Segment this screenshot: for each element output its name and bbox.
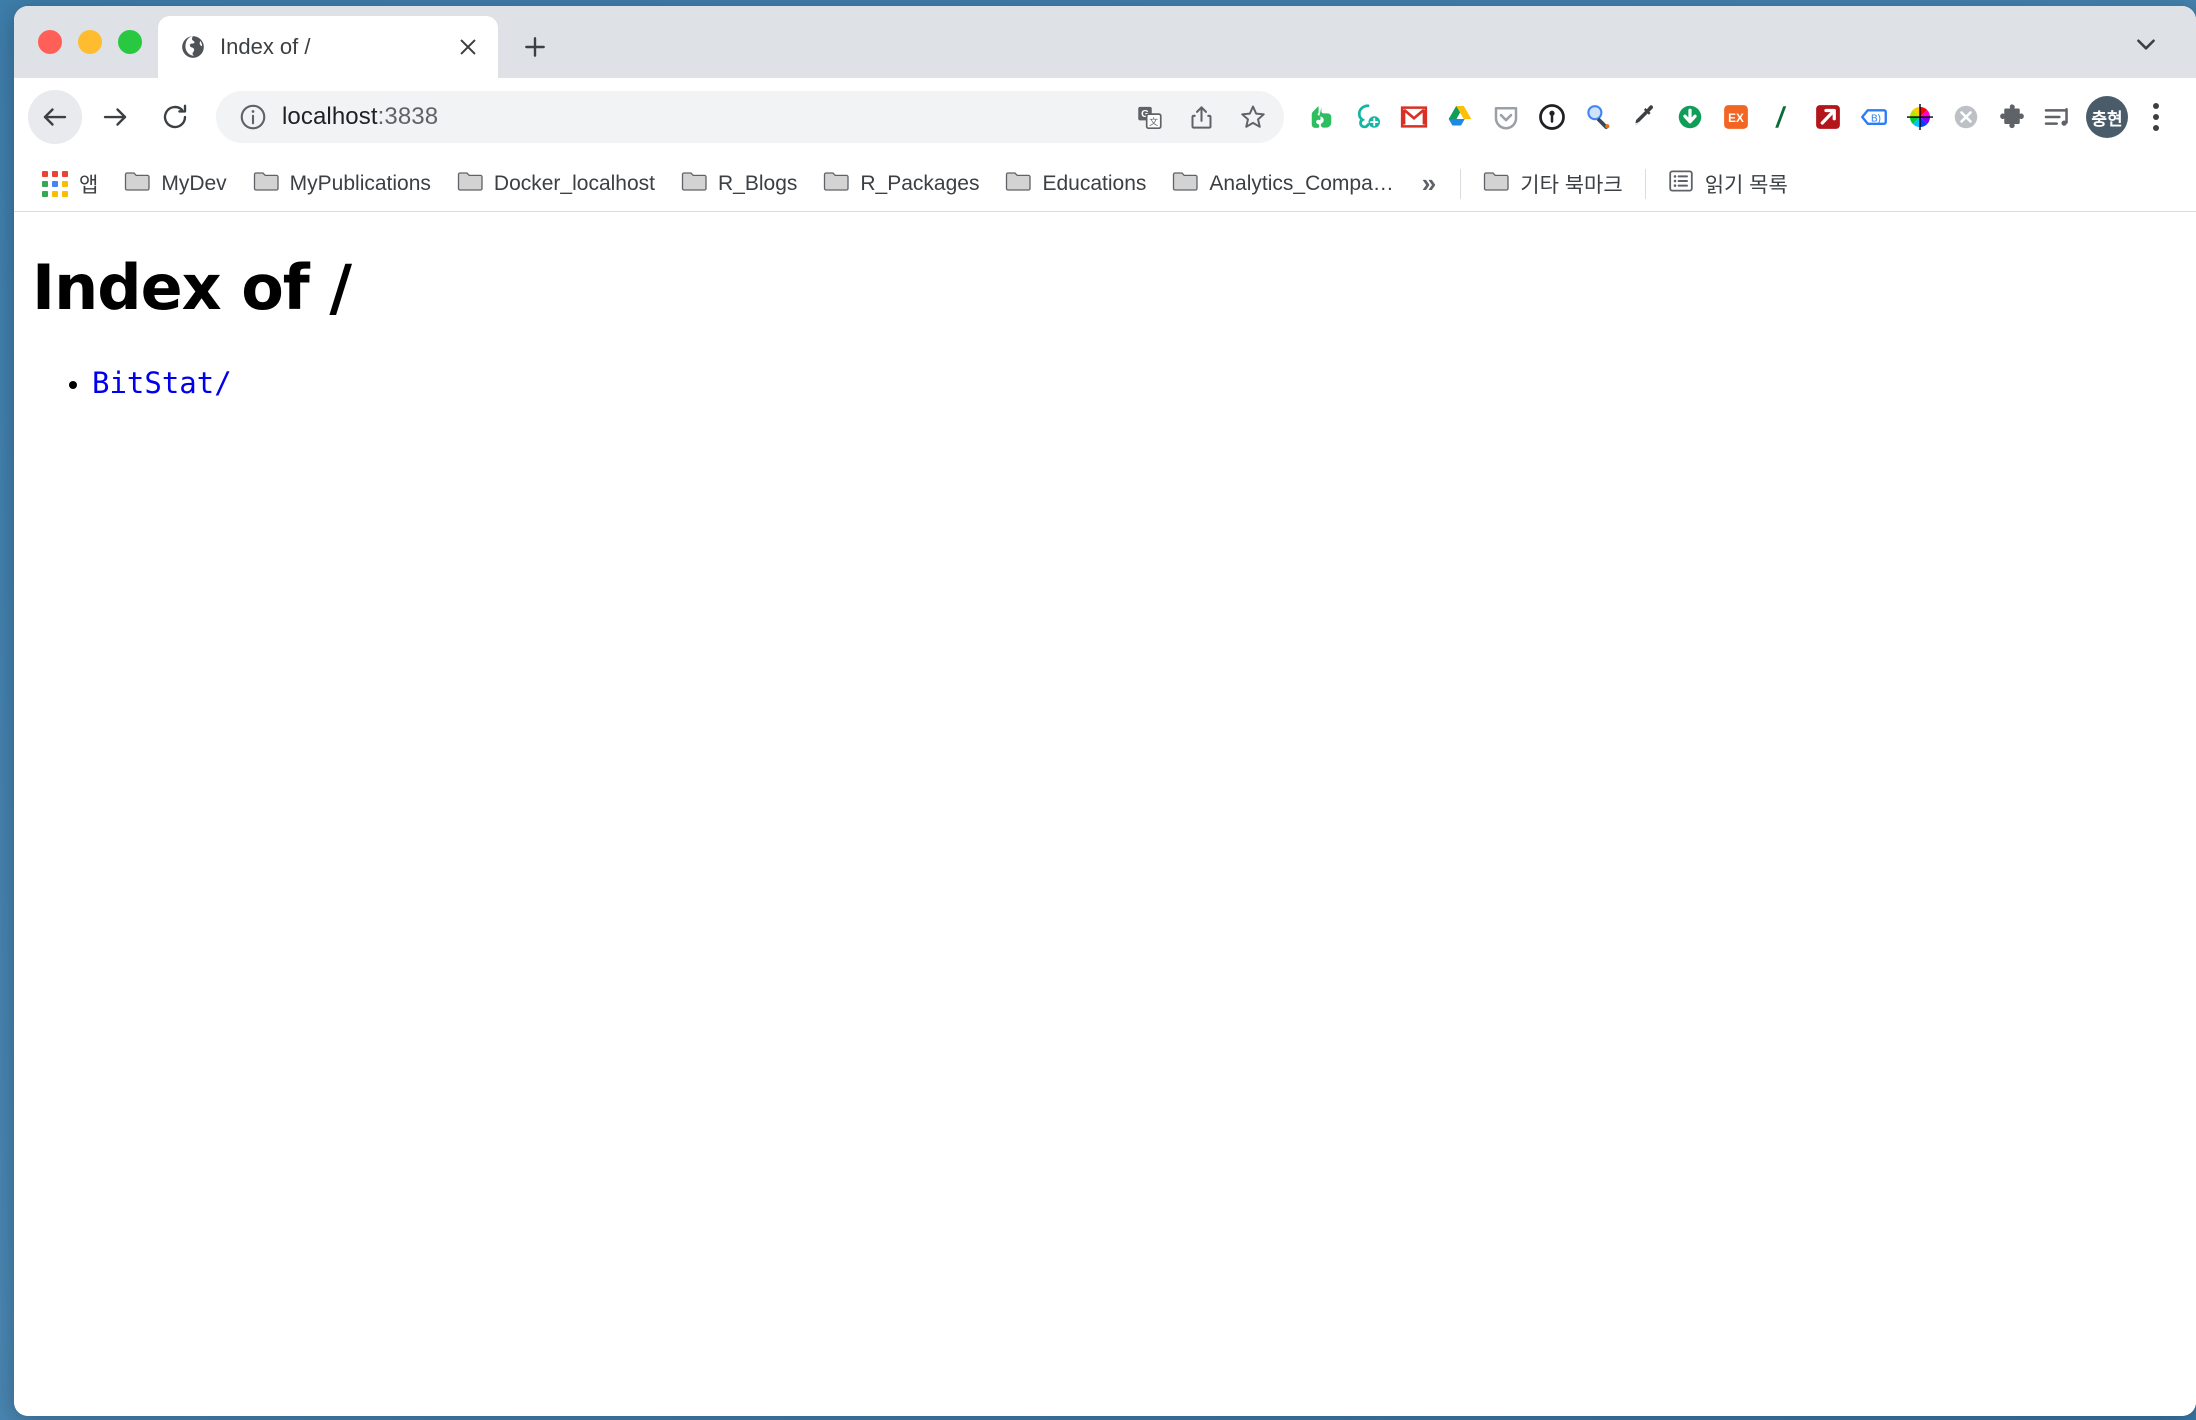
three-dot-menu-icon[interactable] bbox=[2134, 95, 2178, 139]
close-icon[interactable] bbox=[454, 33, 482, 61]
url-host: localhost bbox=[282, 103, 378, 130]
1password-icon[interactable] bbox=[1530, 95, 1574, 139]
minimize-window-button[interactable] bbox=[78, 30, 102, 54]
reading-list-label: 읽기 목록 bbox=[1704, 173, 1788, 197]
profile-avatar[interactable]: 충현 bbox=[2086, 96, 2128, 138]
google-drive-icon[interactable] bbox=[1438, 95, 1482, 139]
reading-list-icon bbox=[1668, 169, 1694, 198]
media-playlist-icon[interactable] bbox=[2036, 95, 2080, 139]
directory-link-bitstat[interactable]: BitStat/ bbox=[92, 366, 232, 400]
share-icon[interactable] bbox=[1180, 96, 1222, 138]
bookmark-folder-r-packages[interactable]: R_Packages bbox=[811, 164, 991, 203]
omnibox-actions: G 文 bbox=[1128, 96, 1274, 138]
bookmark-label: R_Packages bbox=[860, 171, 980, 195]
desktop-background: Index of / localhost:3838 G 文 EX B) 충현 앱… bbox=[0, 0, 2196, 1420]
close-window-button[interactable] bbox=[38, 30, 62, 54]
bookmark-label: Analytics_Compa… bbox=[1209, 171, 1394, 195]
url-text: localhost:3838 bbox=[282, 103, 1128, 131]
svg-text:B): B) bbox=[1871, 113, 1881, 124]
back-button[interactable] bbox=[28, 90, 82, 144]
blue-tag-note-icon[interactable]: B) bbox=[1852, 95, 1896, 139]
bookmark-folder-mydev[interactable]: MyDev bbox=[112, 164, 238, 203]
apps-shortcut[interactable]: 앱 bbox=[30, 163, 110, 205]
reading-list-button[interactable]: 읽기 목록 bbox=[1656, 163, 1800, 205]
folder-icon bbox=[1483, 170, 1509, 197]
page-title: Index of / bbox=[32, 251, 352, 324]
folder-icon bbox=[1172, 170, 1199, 197]
svg-text:EX: EX bbox=[1728, 112, 1744, 125]
url-port: :3838 bbox=[377, 103, 439, 130]
info-circle-icon[interactable] bbox=[238, 102, 268, 132]
tab-search-chevron-down-icon[interactable] bbox=[2126, 24, 2166, 64]
evernote-web-clipper-icon[interactable] bbox=[1346, 95, 1390, 139]
bookmark-folder-educations[interactable]: Educations bbox=[993, 164, 1158, 203]
gmail-icon[interactable] bbox=[1392, 95, 1436, 139]
bookmark-folder-mypublications[interactable]: MyPublications bbox=[241, 164, 443, 203]
excel-export-icon[interactable]: EX bbox=[1714, 95, 1758, 139]
tab-title: Index of / bbox=[220, 34, 311, 59]
grammar-slash-icon[interactable] bbox=[1760, 95, 1804, 139]
browser-tab-active[interactable]: Index of / bbox=[158, 16, 498, 78]
color-picker-eyedropper-icon[interactable] bbox=[1622, 95, 1666, 139]
download-manager-icon[interactable] bbox=[1668, 95, 1712, 139]
disabled-tool-icon[interactable] bbox=[1944, 95, 1988, 139]
red-arrow-shortcut-icon[interactable] bbox=[1806, 95, 1850, 139]
bookmark-label: Educations bbox=[1042, 171, 1147, 195]
bookmarks-bar: 앱 MyDev MyPublications Docker_localhost … bbox=[14, 156, 2196, 212]
svg-text:文: 文 bbox=[1149, 115, 1158, 126]
divider bbox=[1460, 168, 1462, 199]
tab-strip: Index of / bbox=[14, 6, 2196, 78]
address-bar[interactable]: localhost:3838 G 文 bbox=[216, 91, 1284, 143]
forward-button[interactable] bbox=[88, 90, 142, 144]
color-wheel-icon[interactable] bbox=[1898, 95, 1942, 139]
magnifier-search-icon[interactable] bbox=[1576, 95, 1620, 139]
extension-icons: EX B) 충현 bbox=[1300, 95, 2178, 139]
other-bookmarks-folder[interactable]: 기타 북마크 bbox=[1471, 163, 1634, 205]
folder-icon bbox=[124, 170, 150, 197]
bookmark-star-icon[interactable] bbox=[1232, 96, 1274, 138]
page-content: Index of / BitStat/ bbox=[14, 212, 2196, 1416]
folder-icon bbox=[253, 170, 279, 197]
directory-listing: BitStat/ bbox=[92, 366, 2196, 400]
folder-icon bbox=[1005, 170, 1032, 197]
bookmark-label: MyPublications bbox=[289, 171, 431, 195]
translate-icon[interactable]: G 文 bbox=[1128, 96, 1170, 138]
bookmark-folder-r-blogs[interactable]: R_Blogs bbox=[669, 164, 809, 203]
apps-grid-icon bbox=[42, 170, 68, 197]
window-controls bbox=[14, 6, 158, 78]
browser-window: Index of / localhost:3838 G 文 EX B) 충현 앱… bbox=[14, 6, 2196, 1416]
apps-label: 앱 bbox=[79, 173, 99, 197]
reload-button[interactable] bbox=[148, 90, 202, 144]
folder-icon bbox=[457, 170, 483, 197]
globe-icon bbox=[180, 34, 206, 60]
other-bookmarks-label: 기타 북마크 bbox=[1520, 173, 1623, 197]
new-tab-button[interactable] bbox=[510, 22, 560, 72]
browser-toolbar: localhost:3838 G 文 EX B) 충현 bbox=[14, 78, 2196, 156]
bookmark-label: MyDev bbox=[161, 171, 227, 195]
folder-icon bbox=[681, 170, 707, 197]
list-item: BitStat/ bbox=[92, 366, 2196, 400]
bookmark-folder-analytics-companies[interactable]: Analytics_Compa… bbox=[1160, 164, 1405, 203]
bookmarks-overflow-button[interactable]: » bbox=[1408, 168, 1450, 199]
bookmark-label: Docker_localhost bbox=[493, 171, 655, 195]
divider bbox=[1644, 168, 1646, 199]
maximize-window-button[interactable] bbox=[118, 30, 142, 54]
evernote-icon[interactable] bbox=[1300, 95, 1344, 139]
puzzle-icon[interactable] bbox=[1990, 95, 2034, 139]
bookmark-label: R_Blogs bbox=[718, 171, 798, 195]
bookmark-folder-docker-localhost[interactable]: Docker_localhost bbox=[445, 164, 667, 203]
folder-icon bbox=[823, 170, 850, 197]
pocket-icon[interactable] bbox=[1484, 95, 1528, 139]
